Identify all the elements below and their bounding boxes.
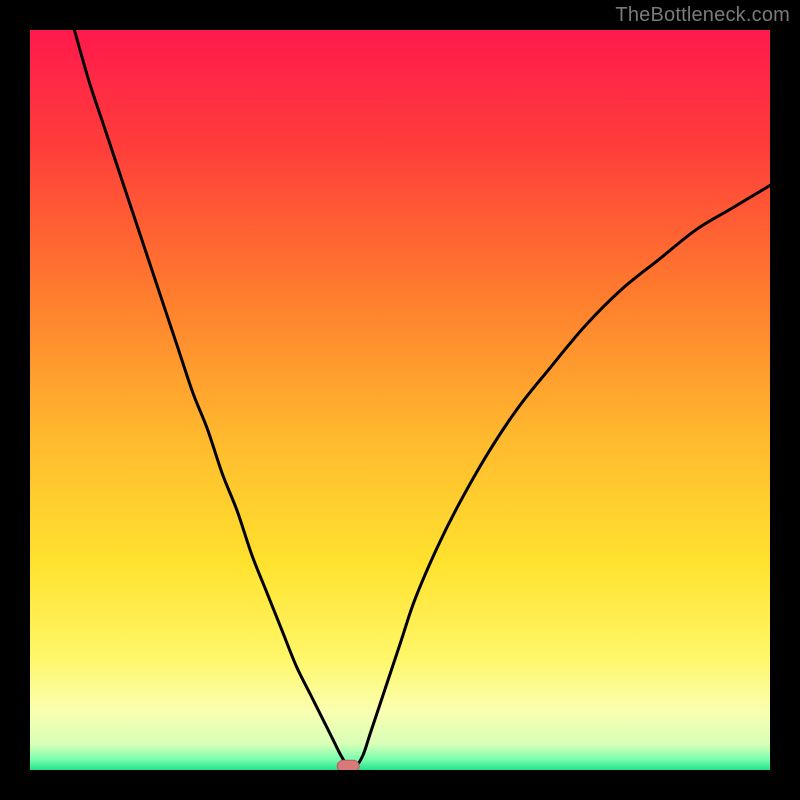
watermark-text: TheBottleneck.com bbox=[615, 4, 790, 27]
chart-frame: TheBottleneck.com bbox=[0, 0, 800, 800]
plot-area bbox=[30, 30, 770, 770]
optimum-marker bbox=[337, 760, 359, 770]
gradient-background bbox=[30, 30, 770, 770]
bottleneck-chart bbox=[30, 30, 770, 770]
